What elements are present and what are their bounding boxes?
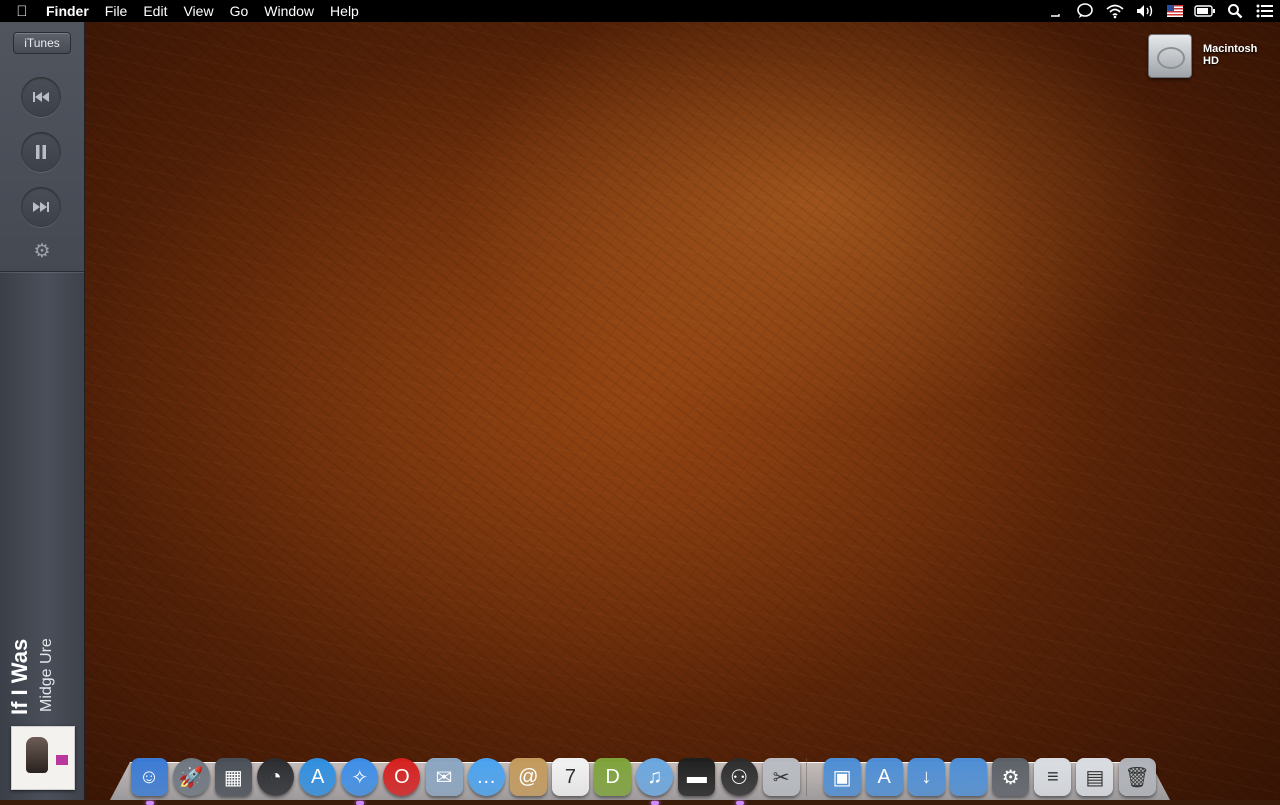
album-artwork[interactable] bbox=[11, 726, 75, 790]
track-title: If I Was bbox=[7, 638, 32, 715]
apple-menu-icon[interactable]:  bbox=[0, 3, 44, 20]
wifi-icon[interactable] bbox=[1100, 0, 1130, 22]
itunes-sidebar-widget: iTunes ⚙ If I Was Midge Ure bbox=[0, 22, 85, 800]
macintosh-hd-label: Macintosh HD bbox=[1203, 43, 1258, 67]
dock-documents-stack-icon[interactable]: ≡ bbox=[1034, 758, 1072, 796]
dock-mail-icon[interactable]: ✉ bbox=[425, 758, 463, 796]
volume-icon[interactable] bbox=[1130, 0, 1160, 22]
menu-view[interactable]: View bbox=[175, 0, 221, 22]
menu-window[interactable]: Window bbox=[256, 0, 322, 22]
dock-dashboard-icon[interactable]: ◔ bbox=[256, 758, 295, 796]
status-menu-area bbox=[1040, 0, 1280, 22]
next-icon bbox=[33, 202, 49, 212]
dock-items: ☺ 🚀 ▦ ◔ A ✧ O ✉… @7 D ♫ ▬ ⚇ ✂ ▣ A ↓ ⚙ ≡ ▤ 🗑 bbox=[128, 746, 1158, 805]
itunes-app-label[interactable]: iTunes bbox=[13, 32, 71, 54]
dock-itunes-icon[interactable]: ♫ bbox=[636, 758, 674, 805]
previous-icon bbox=[33, 92, 49, 102]
dock-safari-icon[interactable]: ✧ bbox=[341, 758, 379, 805]
chat-icon[interactable] bbox=[1070, 0, 1100, 22]
dock-launchpad-icon[interactable]: 🚀 bbox=[172, 758, 210, 796]
menu-help[interactable]: Help bbox=[322, 0, 367, 22]
dock-separator bbox=[806, 758, 817, 796]
spotlight-icon[interactable] bbox=[1220, 0, 1250, 22]
dock-messages-icon[interactable]: … bbox=[467, 758, 505, 796]
battery-icon[interactable] bbox=[1190, 0, 1220, 22]
time-machine-icon[interactable] bbox=[1040, 0, 1070, 22]
dock-opera-icon[interactable]: O bbox=[383, 758, 421, 796]
dock-calendar-icon[interactable]: 7 bbox=[551, 758, 589, 796]
album-art-figure bbox=[26, 737, 48, 773]
dock-trash-icon[interactable]: 🗑 bbox=[1118, 758, 1156, 796]
dock-downloads-folder-icon[interactable]: ↓ bbox=[907, 758, 945, 796]
us-flag-input-icon[interactable] bbox=[1160, 0, 1190, 22]
dock-screenshot-utility-icon[interactable]: ✂ bbox=[762, 758, 800, 796]
dock-contacts-icon[interactable]: @ bbox=[509, 758, 547, 796]
dock: ☺ 🚀 ▦ ◔ A ✧ O ✉… @7 D ♫ ▬ ⚇ ✂ ▣ A ↓ ⚙ ≡ ▤ 🗑 bbox=[110, 746, 1170, 805]
dock-dictionary-icon[interactable]: D bbox=[594, 758, 632, 796]
dock-mission-control-icon[interactable]: ▦ bbox=[214, 758, 252, 796]
menu-bar:  Finder File Edit View Go Window Help bbox=[0, 0, 1280, 22]
menu-file[interactable]: File bbox=[97, 0, 136, 22]
dock-system-preferences-stack-icon[interactable]: ⚙ bbox=[992, 758, 1030, 796]
dock-screenshots-stack-icon[interactable]: ▤ bbox=[1076, 758, 1114, 796]
dock-terminal-icon[interactable]: ▬ bbox=[678, 758, 716, 796]
dock-applications-folder-icon[interactable]: A bbox=[865, 758, 903, 796]
notification-center-icon[interactable] bbox=[1250, 0, 1280, 22]
dock-pictures-folder-icon[interactable]: ▣ bbox=[823, 758, 861, 796]
gear-icon[interactable]: ⚙ bbox=[31, 241, 53, 263]
album-art-tag bbox=[56, 755, 68, 765]
desktop-wallpaper bbox=[0, 0, 1280, 800]
previous-track-button[interactable] bbox=[21, 77, 61, 117]
menu-edit[interactable]: Edit bbox=[135, 0, 175, 22]
menu-app-finder[interactable]: Finder bbox=[44, 0, 97, 22]
now-playing-info: If I Was Midge Ure bbox=[7, 612, 74, 715]
dock-apple-folder-icon[interactable] bbox=[949, 758, 988, 796]
dock-finder-icon[interactable]: ☺ bbox=[130, 758, 168, 805]
pause-icon bbox=[36, 145, 46, 159]
menu-go[interactable]: Go bbox=[222, 0, 257, 22]
next-track-button[interactable] bbox=[21, 187, 61, 227]
hard-drive-icon bbox=[1148, 34, 1192, 78]
macintosh-hd-desktop-icon[interactable]: Macintosh HD bbox=[1146, 32, 1266, 82]
dock-app-store-icon[interactable]: A bbox=[299, 758, 337, 796]
dock-alfred-icon[interactable]: ⚇ bbox=[720, 758, 758, 805]
pause-button[interactable] bbox=[21, 132, 61, 172]
track-artist: Midge Ure bbox=[38, 638, 55, 712]
